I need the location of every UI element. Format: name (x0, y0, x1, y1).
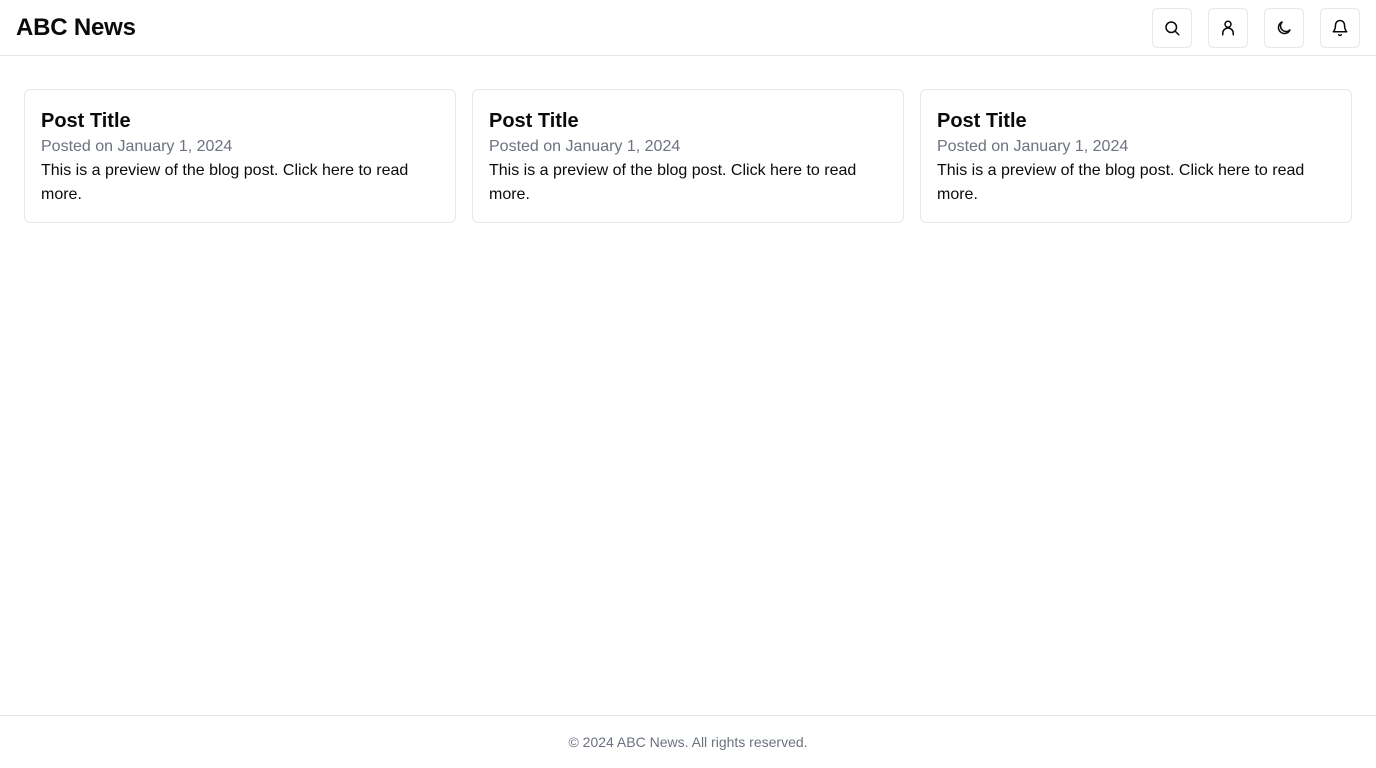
bell-icon (1331, 19, 1349, 37)
notifications-button[interactable] (1320, 8, 1360, 48)
post-title[interactable]: Post Title (489, 107, 887, 135)
theme-toggle-button[interactable] (1264, 8, 1304, 48)
copyright-text: © 2024 ABC News. All rights reserved. (568, 734, 808, 750)
post-title[interactable]: Post Title (937, 107, 1335, 135)
user-button[interactable] (1208, 8, 1248, 48)
post-preview[interactable]: This is a preview of the blog post. Clic… (41, 159, 439, 207)
post-date: Posted on January 1, 2024 (41, 138, 233, 155)
site-footer: © 2024 ABC News. All rights reserved. (0, 715, 1376, 768)
moon-icon (1275, 19, 1293, 37)
post-date: Posted on January 1, 2024 (937, 138, 1129, 155)
site-title[interactable]: ABC News (16, 12, 136, 44)
user-icon (1219, 19, 1237, 37)
post-title[interactable]: Post Title (41, 107, 439, 135)
search-icon (1163, 19, 1181, 37)
post-card[interactable]: Post Title Posted on January 1, 2024 Thi… (472, 89, 904, 223)
search-button[interactable] (1152, 8, 1192, 48)
post-date: Posted on January 1, 2024 (489, 138, 681, 155)
post-preview[interactable]: This is a preview of the blog post. Clic… (937, 159, 1335, 207)
post-card[interactable]: Post Title Posted on January 1, 2024 Thi… (920, 89, 1352, 223)
site-header: ABC News (0, 0, 1376, 56)
post-list: Post Title Posted on January 1, 2024 Thi… (24, 89, 1352, 223)
main-content: Post Title Posted on January 1, 2024 Thi… (24, 89, 1352, 223)
post-card[interactable]: Post Title Posted on January 1, 2024 Thi… (24, 89, 456, 223)
post-preview[interactable]: This is a preview of the blog post. Clic… (489, 159, 887, 207)
